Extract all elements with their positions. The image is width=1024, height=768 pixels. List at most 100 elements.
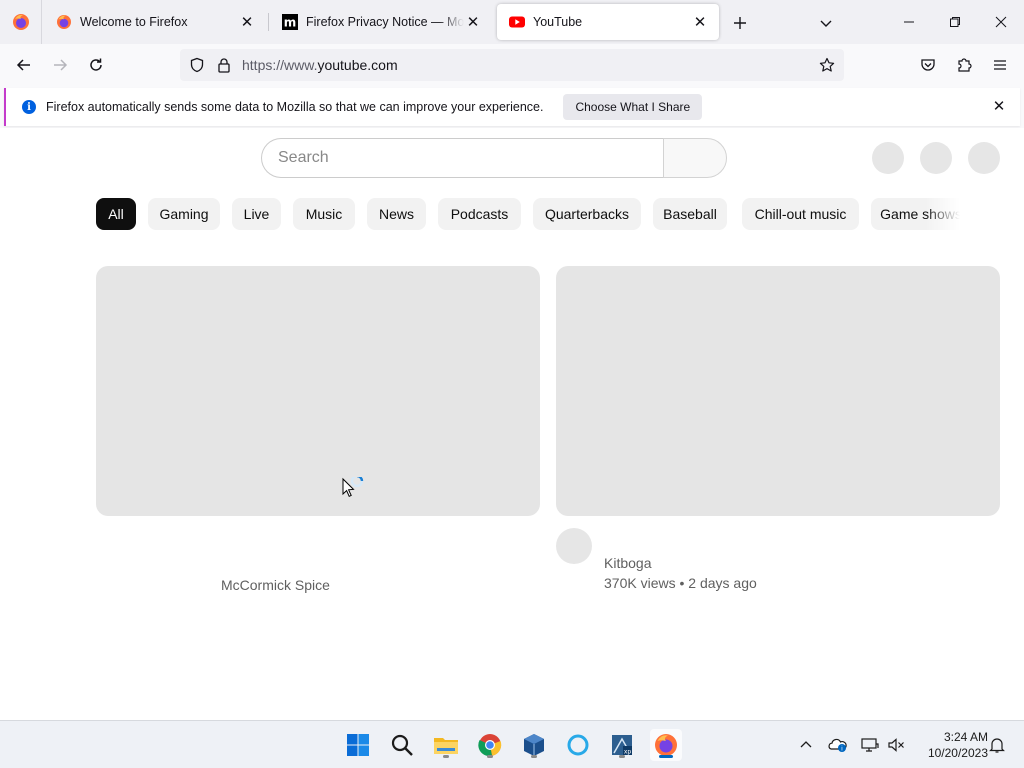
tab-separator: [268, 13, 269, 31]
minimize-icon: [904, 21, 914, 23]
info-icon: i: [22, 100, 36, 114]
extensions-button[interactable]: [950, 51, 978, 79]
file-explorer-button[interactable]: [430, 729, 462, 761]
url-prefix: https://www.: [242, 57, 318, 73]
start-button[interactable]: [342, 729, 374, 761]
running-indicator: [619, 755, 625, 758]
chip-quarterbacks[interactable]: Quarterbacks: [533, 198, 641, 230]
running-indicator: [443, 755, 449, 758]
firefox-icon: [655, 734, 677, 756]
search-icon: [391, 734, 413, 756]
close-tab-icon[interactable]: ✕: [464, 13, 482, 31]
chip-chill-out-music[interactable]: Chill-out music: [742, 198, 859, 230]
reload-icon: [90, 58, 102, 71]
folder-icon: [434, 738, 458, 754]
firefox-taskbar-button[interactable]: [650, 729, 682, 761]
chip-baseball[interactable]: Baseball: [653, 198, 727, 230]
placeholder-icon-button[interactable]: [872, 142, 904, 174]
svg-text:m: m: [284, 16, 297, 30]
firefox-icon: [12, 14, 29, 30]
placeholder-icon-button[interactable]: [920, 142, 952, 174]
clock[interactable]: 3:24 AM 10/20/2023: [912, 729, 988, 761]
tab-strip: Welcome to Firefox ✕ m Firefox Privacy N…: [0, 0, 1024, 44]
tab-title: Welcome to Firefox: [80, 15, 188, 29]
notification-message: Firefox automatically sends some data to…: [46, 100, 544, 114]
virtualbox-button[interactable]: [518, 729, 550, 761]
search-button[interactable]: [663, 138, 727, 178]
chevron-down-icon: [820, 20, 832, 27]
choose-what-i-share-button[interactable]: Choose What I Share: [563, 94, 703, 120]
hamburger-menu-icon: [994, 60, 1006, 70]
channel-avatar[interactable]: [556, 528, 592, 564]
close-icon: [995, 16, 1007, 28]
url-text[interactable]: https://www.youtube.com: [242, 57, 398, 73]
onedrive-tray-icon[interactable]: i: [828, 735, 848, 755]
avatar-placeholder[interactable]: [968, 142, 1000, 174]
close-window-button[interactable]: [978, 0, 1024, 44]
chip-all[interactable]: All: [96, 198, 136, 230]
xp-window-icon: xp: [612, 735, 632, 756]
video-thumbnail-placeholder[interactable]: [96, 266, 540, 516]
close-tab-icon[interactable]: ✕: [238, 13, 256, 31]
running-indicator: [487, 755, 493, 758]
back-button[interactable]: [10, 51, 38, 79]
list-all-tabs-button[interactable]: [815, 12, 837, 34]
new-tab-button[interactable]: [729, 12, 751, 34]
chrome-icon: [478, 734, 502, 757]
busy-cursor-icon: [342, 477, 364, 497]
chip-live[interactable]: Live: [232, 198, 281, 230]
url-domain: youtube.com: [317, 57, 398, 73]
tracking-protection-shield-icon[interactable]: [188, 56, 206, 74]
xp-app-button[interactable]: xp: [606, 729, 638, 761]
clock-date: 10/20/2023: [927, 746, 988, 760]
clock-time: 3:24 AM: [943, 730, 988, 744]
bookmark-star-icon[interactable]: [818, 56, 836, 74]
chip-gaming[interactable]: Gaming: [148, 198, 220, 230]
restore-button[interactable]: [932, 0, 978, 44]
minimize-button[interactable]: [886, 0, 932, 44]
show-hidden-icons-button[interactable]: [796, 735, 816, 755]
youtube-page: Search All Gaming Live Music News Podcas…: [0, 128, 1024, 720]
reload-button[interactable]: [82, 51, 110, 79]
puzzle-icon: [958, 58, 972, 72]
video-meta: 370K views • 2 days ago: [604, 575, 757, 591]
firefox-icon: [57, 15, 71, 29]
network-tray-icon[interactable]: [860, 735, 880, 755]
tab-welcome-firefox[interactable]: Welcome to Firefox ✕: [44, 4, 266, 40]
video-thumbnail-placeholder[interactable]: [556, 266, 1000, 516]
cortana-ring-icon: [567, 734, 589, 756]
tab-title: YouTube: [533, 15, 583, 29]
chip-music[interactable]: Music: [293, 198, 355, 230]
arrow-left-icon: [16, 59, 30, 71]
tab-youtube[interactable]: YouTube ✕: [497, 4, 719, 40]
app-menu-button[interactable]: [986, 51, 1014, 79]
cortana-button[interactable]: [562, 729, 594, 761]
chip-news[interactable]: News: [367, 198, 426, 230]
arrow-right-icon: [54, 59, 68, 71]
forward-button[interactable]: [46, 51, 74, 79]
close-tab-icon[interactable]: ✕: [691, 13, 709, 31]
chevron-up-icon: [800, 741, 812, 748]
tab-title: Firefox Privacy Notice — Mozilla: [306, 15, 464, 29]
chip-podcasts[interactable]: Podcasts: [438, 198, 521, 230]
close-notification-icon[interactable]: ✕: [992, 98, 1006, 115]
notifications-bell-icon[interactable]: [987, 735, 1007, 755]
lock-icon[interactable]: [216, 57, 232, 73]
pocket-button[interactable]: [914, 51, 942, 79]
running-indicator: [531, 755, 537, 758]
url-bar[interactable]: https://www.youtube.com: [180, 49, 844, 81]
channel-name[interactable]: Kitboga: [604, 555, 651, 571]
volume-muted-tray-icon[interactable]: [886, 735, 906, 755]
navigation-toolbar: https://www.youtube.com: [0, 44, 1024, 86]
filter-chips-bar: All Gaming Live Music News Podcasts Quar…: [96, 198, 960, 230]
search-input[interactable]: Search: [261, 138, 664, 178]
tab-privacy-notice[interactable]: m Firefox Privacy Notice — Mozilla ✕: [270, 4, 492, 40]
chip-game-shows[interactable]: Game shows: [871, 198, 960, 230]
windows-logo-icon: [347, 734, 369, 756]
firefox-view-button[interactable]: [0, 0, 42, 44]
channel-name[interactable]: McCormick Spice: [221, 577, 330, 593]
search-taskbar-button[interactable]: [386, 729, 418, 761]
data-reporting-notification: i Firefox automatically sends some data …: [4, 88, 1020, 126]
chrome-button[interactable]: [474, 729, 506, 761]
pocket-icon: [921, 59, 935, 71]
